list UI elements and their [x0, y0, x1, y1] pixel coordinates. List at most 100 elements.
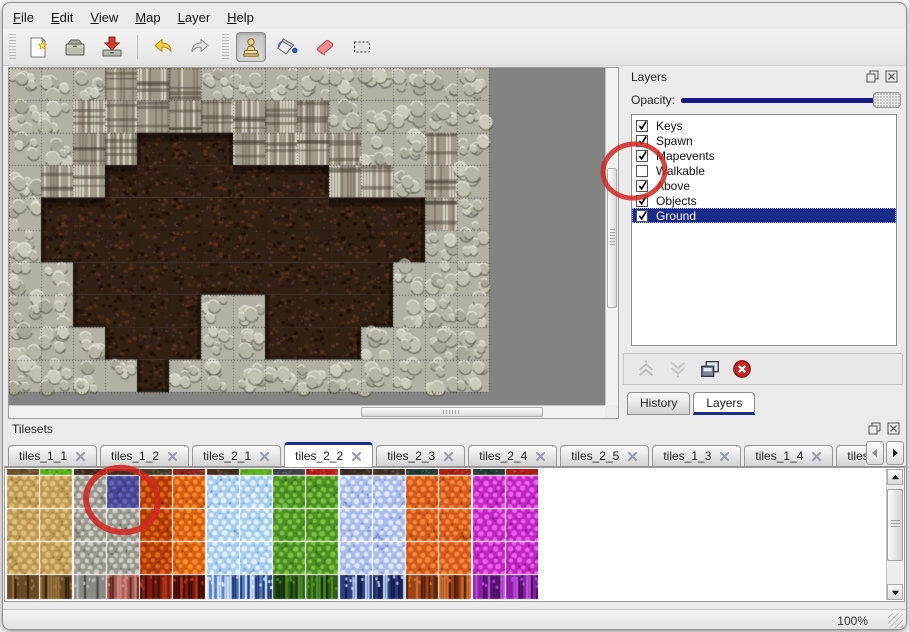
close-tab-icon[interactable] — [75, 451, 86, 462]
select-tool-button[interactable] — [347, 32, 377, 62]
redo-button[interactable] — [185, 32, 215, 62]
open-file-button[interactable] — [60, 32, 90, 62]
toolbar-separator — [137, 35, 138, 59]
raise-layer-icon — [635, 358, 657, 380]
tab-scroll-left-button[interactable] — [866, 441, 884, 465]
menu-map[interactable]: Map — [135, 10, 160, 25]
menu-help[interactable]: Help — [227, 10, 254, 25]
mapevents-visibility-checkbox[interactable] — [636, 150, 648, 162]
layers-panel-title: Layers — [631, 70, 667, 84]
map-hscroll-thumb[interactable] — [361, 407, 543, 417]
walkable-visibility-checkbox[interactable] — [636, 165, 648, 177]
duplicate-layer-button[interactable] — [698, 357, 722, 381]
menu-file[interactable]: File — [13, 10, 34, 25]
layer-row-walkable[interactable]: Walkable — [632, 163, 896, 178]
tileset-tab-tiles_2_4[interactable]: tiles_2_4 — [468, 445, 557, 467]
delete-layer-button[interactable] — [730, 357, 754, 381]
tileset-tab-tiles_1_1[interactable]: tiles_1_1 — [8, 445, 97, 467]
new-file-button[interactable] — [23, 32, 53, 62]
toolbar-drag-handle[interactable] — [9, 34, 16, 60]
resize-grip[interactable] — [888, 613, 903, 628]
spawn-visibility-checkbox[interactable] — [636, 135, 648, 147]
map-vscroll-thumb[interactable] — [607, 168, 617, 308]
menu-view[interactable]: View — [90, 10, 118, 25]
tileset-tab-tiles_2_5[interactable]: tiles_2_5 — [560, 445, 649, 467]
close-tab-icon[interactable] — [627, 451, 638, 462]
close-tab-icon[interactable] — [811, 451, 822, 462]
close-tab-icon[interactable] — [167, 451, 178, 462]
layer-name: Spawn — [656, 134, 693, 148]
layer-list: KeysSpawnMapeventsWalkableAboveObjectsGr… — [631, 114, 897, 346]
tileset-tab-tiles_2_1[interactable]: tiles_2_1 — [192, 445, 281, 467]
tileset-tab-label: tiles_1_1 — [19, 449, 67, 463]
close-panel-icon[interactable] — [887, 422, 900, 435]
status-bar: 100% — [3, 609, 906, 630]
opacity-slider-handle[interactable] — [873, 92, 901, 108]
opacity-slider-track[interactable] — [681, 98, 877, 103]
raise-layer-button[interactable] — [634, 357, 658, 381]
layer-row-keys[interactable]: Keys — [632, 118, 896, 133]
tileset-tab-tiles_1_3[interactable]: tiles_1_3 — [652, 445, 741, 467]
scroll-down-button[interactable] — [887, 584, 903, 600]
float-panel-icon[interactable] — [868, 422, 881, 435]
undo-button[interactable] — [148, 32, 178, 62]
dock-tab-layers[interactable]: Layers — [693, 392, 755, 415]
tilesets-panel-titlebar: Tilesets — [4, 419, 907, 439]
menu-bar: File Edit View Map Layer Help — [3, 7, 906, 28]
tileset-vscroll-thumb[interactable] — [887, 489, 903, 561]
eraser-tool-button[interactable] — [310, 32, 340, 62]
menu-layer[interactable]: Layer — [178, 10, 211, 25]
map-horizontal-scrollbar[interactable] — [9, 405, 605, 418]
tileset-tab-label: tiles_2_5 — [571, 449, 619, 463]
tileset-tab-tiles_2_2[interactable]: tiles_2_2 — [284, 442, 373, 467]
tilesets-panel-title: Tilesets — [12, 422, 53, 436]
tab-scroll-right-button[interactable] — [886, 441, 904, 465]
stamp-tool-icon — [239, 35, 263, 59]
stamp-tool-button[interactable] — [236, 32, 266, 62]
tileset-tab-label: tiles_1_2 — [111, 449, 159, 463]
close-tab-icon[interactable] — [535, 451, 546, 462]
dock-tab-history[interactable]: History — [627, 392, 690, 415]
app-window: File Edit View Map Layer Help Layers Opacity:… — [2, 2, 907, 630]
layer-row-spawn[interactable]: Spawn — [632, 133, 896, 148]
layer-row-above[interactable]: Above — [632, 178, 896, 193]
layer-name: Above — [656, 179, 690, 193]
menu-edit[interactable]: Edit — [51, 10, 73, 25]
above-visibility-checkbox[interactable] — [636, 180, 648, 192]
lower-layer-button[interactable] — [666, 357, 690, 381]
scrollbar-corner — [605, 405, 618, 418]
objects-visibility-checkbox[interactable] — [636, 195, 648, 207]
tileset-tab-tiles_1_2[interactable]: tiles_1_2 — [100, 445, 189, 467]
new-file-icon — [26, 35, 50, 59]
tileset-tab-label: tiles_1_4 — [755, 449, 803, 463]
tileset-tab-tiles_1[interactable]: tiles_1_ — [836, 445, 866, 467]
duplicate-layer-icon — [699, 358, 721, 380]
tileset-vertical-scrollbar[interactable] — [886, 469, 903, 600]
scroll-up-button[interactable] — [887, 469, 903, 485]
tileset-canvas[interactable] — [6, 469, 538, 600]
layer-row-mapevents[interactable]: Mapevents — [632, 148, 896, 163]
save-file-button[interactable] — [97, 32, 127, 62]
float-panel-icon[interactable] — [866, 70, 879, 83]
tileset-tab-label: tiles_1_3 — [663, 449, 711, 463]
scroll-grip — [443, 410, 461, 414]
map-canvas[interactable] — [9, 68, 605, 405]
opacity-label: Opacity: — [631, 93, 675, 107]
close-tab-icon[interactable] — [351, 451, 362, 462]
close-panel-icon[interactable] — [885, 70, 898, 83]
layer-row-objects[interactable]: Objects — [632, 193, 896, 208]
close-tab-icon[interactable] — [443, 451, 454, 462]
layer-row-ground[interactable]: Ground — [632, 208, 896, 223]
close-tab-icon[interactable] — [719, 451, 730, 462]
layer-name: Ground — [656, 209, 696, 223]
redo-icon — [188, 35, 212, 59]
tileset-tab-tiles_1_4[interactable]: tiles_1_4 — [744, 445, 833, 467]
close-tab-icon[interactable] — [259, 451, 270, 462]
fill-tool-button[interactable] — [273, 32, 303, 62]
toolbar-drag-handle[interactable] — [222, 34, 229, 60]
keys-visibility-checkbox[interactable] — [636, 120, 648, 132]
scroll-grip — [891, 520, 900, 529]
map-vertical-scrollbar[interactable] — [605, 68, 618, 405]
ground-visibility-checkbox[interactable] — [636, 210, 648, 222]
tileset-tab-tiles_2_3[interactable]: tiles_2_3 — [376, 445, 465, 467]
